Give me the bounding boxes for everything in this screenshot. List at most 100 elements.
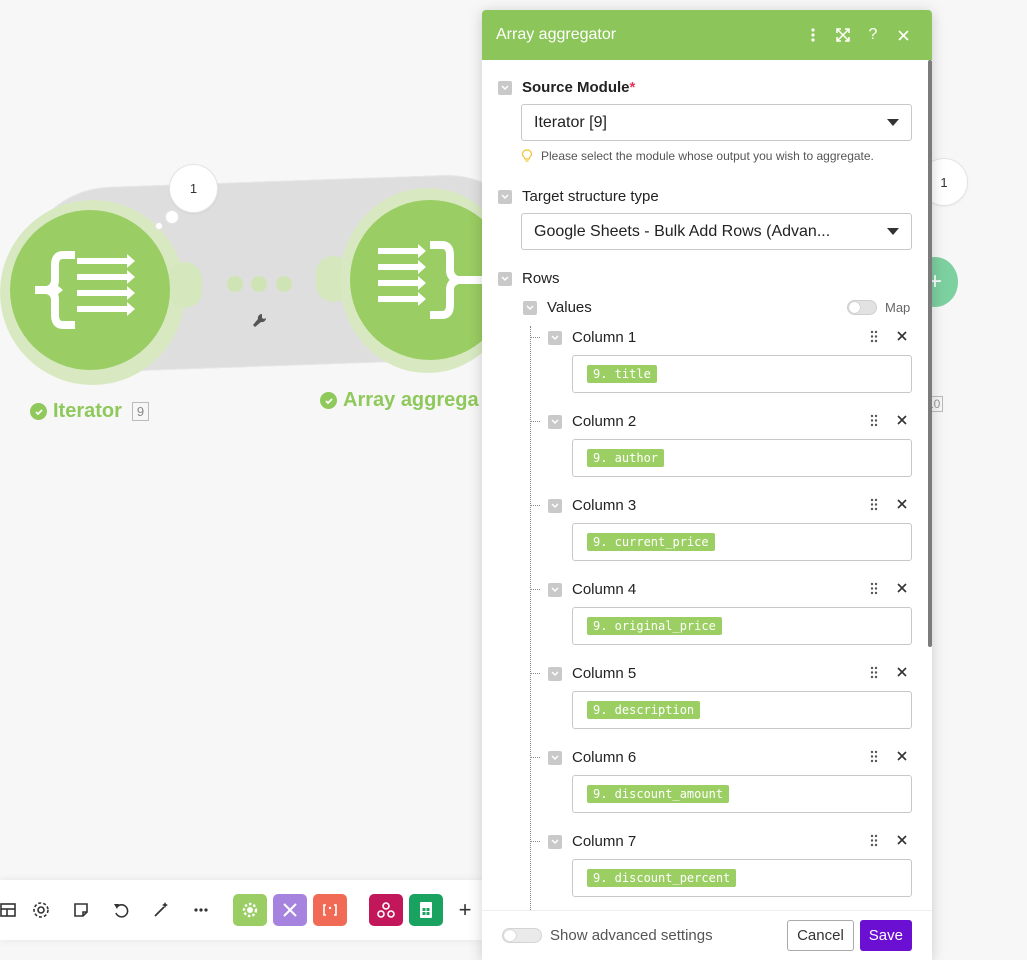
column-4-input[interactable]: 9. original_price <box>572 607 912 645</box>
collapse-chevron-icon[interactable] <box>548 750 562 765</box>
webhooks-icon[interactable] <box>369 894 403 926</box>
panel-title: Array aggregator <box>496 26 617 43</box>
column-2-input[interactable]: 9. author <box>572 439 912 477</box>
tree-guide-line <box>530 326 531 910</box>
remove-column-icon[interactable] <box>895 665 909 679</box>
target-structure-select[interactable]: Google Sheets - Bulk Add Rows (Advan... <box>521 213 912 250</box>
column-3-label: Column 3 <box>572 497 637 514</box>
drag-handle-icon[interactable] <box>870 330 882 344</box>
column-1-label: Column 1 <box>572 329 637 346</box>
advanced-settings-label[interactable]: Show advanced settings <box>550 927 787 944</box>
panel-header: Array aggregator ? <box>482 10 932 60</box>
magic-wand-icon[interactable] <box>145 894 177 926</box>
note-icon[interactable] <box>65 894 97 926</box>
tree-branch <box>530 673 540 674</box>
tools-gear-icon[interactable] <box>233 894 267 926</box>
iterator-module[interactable] <box>10 210 170 370</box>
source-module-row: Source Module* <box>498 79 635 96</box>
rows-row: Rows <box>498 270 560 287</box>
connector-dot <box>227 276 243 292</box>
text-parser-icon[interactable] <box>313 894 347 926</box>
column-2-row: Column 2 <box>548 413 636 430</box>
source-module-hint: Please select the module whose output yo… <box>522 149 874 163</box>
source-module-select[interactable]: Iterator [9] <box>521 104 912 141</box>
collapse-chevron-icon[interactable] <box>548 582 562 597</box>
iterator-output-port <box>168 262 202 308</box>
tree-branch <box>530 337 540 338</box>
table-icon[interactable] <box>0 894 24 926</box>
column-3-input[interactable]: 9. current_price <box>572 523 912 561</box>
mapped-variable-pill[interactable]: 9. author <box>587 449 665 467</box>
undo-icon[interactable] <box>105 894 137 926</box>
bottom-toolbar: + <box>0 880 482 940</box>
collapse-chevron-icon[interactable] <box>548 498 562 513</box>
iterator-name: Iterator <box>53 400 122 422</box>
drag-handle-icon[interactable] <box>870 498 882 512</box>
add-plus-icon[interactable]: + <box>449 894 481 926</box>
wrench-icon[interactable] <box>251 312 269 335</box>
kebab-menu-icon[interactable] <box>798 20 828 50</box>
remove-column-icon[interactable] <box>895 833 909 847</box>
check-icon <box>320 392 337 409</box>
column-2-label: Column 2 <box>572 413 637 430</box>
cancel-button[interactable]: Cancel <box>787 920 854 951</box>
column-7-row: Column 7 <box>548 833 636 850</box>
required-mark: * <box>629 79 636 96</box>
column-6-input[interactable]: 9. discount_amount <box>572 775 912 813</box>
mapped-variable-pill[interactable]: 9. current_price <box>587 533 715 551</box>
column-7-label: Column 7 <box>572 833 637 850</box>
column-1-input[interactable]: 9. title <box>572 355 912 393</box>
drag-handle-icon[interactable] <box>870 414 882 428</box>
drag-handle-icon[interactable] <box>870 666 882 680</box>
column-5-row: Column 5 <box>548 665 636 682</box>
map-toggle[interactable] <box>847 300 877 315</box>
source-module-value: Iterator [9] <box>534 113 607 131</box>
mapped-variable-pill[interactable]: 9. original_price <box>587 617 722 635</box>
check-icon <box>30 403 47 420</box>
aggregator-icon <box>378 241 486 319</box>
collapse-chevron-icon[interactable] <box>548 414 562 429</box>
collapse-chevron-icon[interactable] <box>523 300 537 315</box>
column-7-input[interactable]: 9. discount_percent <box>572 859 912 897</box>
mapped-variable-pill[interactable]: 9. description <box>587 701 701 719</box>
iterator-label[interactable]: Iterator 9 <box>30 400 150 423</box>
collapse-chevron-icon[interactable] <box>498 80 512 95</box>
aggregator-label[interactable]: Array aggrega <box>320 389 479 412</box>
panel-scrollbar[interactable] <box>928 60 932 647</box>
drag-handle-icon[interactable] <box>870 834 882 848</box>
close-icon[interactable] <box>888 20 918 50</box>
column-5-input[interactable]: 9. description <box>572 691 912 729</box>
expand-icon[interactable] <box>828 20 858 50</box>
remove-column-icon[interactable] <box>895 749 909 763</box>
mapped-variable-pill[interactable]: 9. discount_percent <box>587 869 737 887</box>
advanced-settings-toggle[interactable] <box>502 928 542 943</box>
map-label: Map <box>885 300 911 315</box>
drag-handle-icon[interactable] <box>870 750 882 764</box>
column-1-row: Column 1 <box>548 329 636 346</box>
help-icon[interactable]: ? <box>858 20 888 50</box>
settings-gear-icon[interactable] <box>25 894 57 926</box>
iterator-operation-bubble[interactable]: 1 <box>169 164 218 213</box>
collapse-chevron-icon[interactable] <box>498 271 512 286</box>
remove-column-icon[interactable] <box>895 413 909 427</box>
column-4-label: Column 4 <box>572 581 637 598</box>
mapped-variable-pill[interactable]: 9. title <box>587 365 657 383</box>
aggregator-name: Array aggrega <box>343 389 479 411</box>
more-icon[interactable] <box>185 894 217 926</box>
bubble-tail-small <box>155 222 163 230</box>
collapse-chevron-icon[interactable] <box>548 834 562 849</box>
drag-handle-icon[interactable] <box>870 582 882 596</box>
flow-control-icon[interactable] <box>273 894 307 926</box>
values-row: Values <box>523 299 592 316</box>
rows-label: Rows <box>522 270 560 287</box>
remove-column-icon[interactable] <box>895 497 909 511</box>
collapse-chevron-icon[interactable] <box>548 666 562 681</box>
remove-column-icon[interactable] <box>895 329 909 343</box>
google-sheets-icon[interactable] <box>409 894 443 926</box>
remove-column-icon[interactable] <box>895 581 909 595</box>
chevron-down-icon <box>887 228 899 235</box>
save-button[interactable]: Save <box>859 920 912 951</box>
collapse-chevron-icon[interactable] <box>548 330 562 345</box>
mapped-variable-pill[interactable]: 9. discount_amount <box>587 785 730 803</box>
collapse-chevron-icon[interactable] <box>498 189 512 204</box>
